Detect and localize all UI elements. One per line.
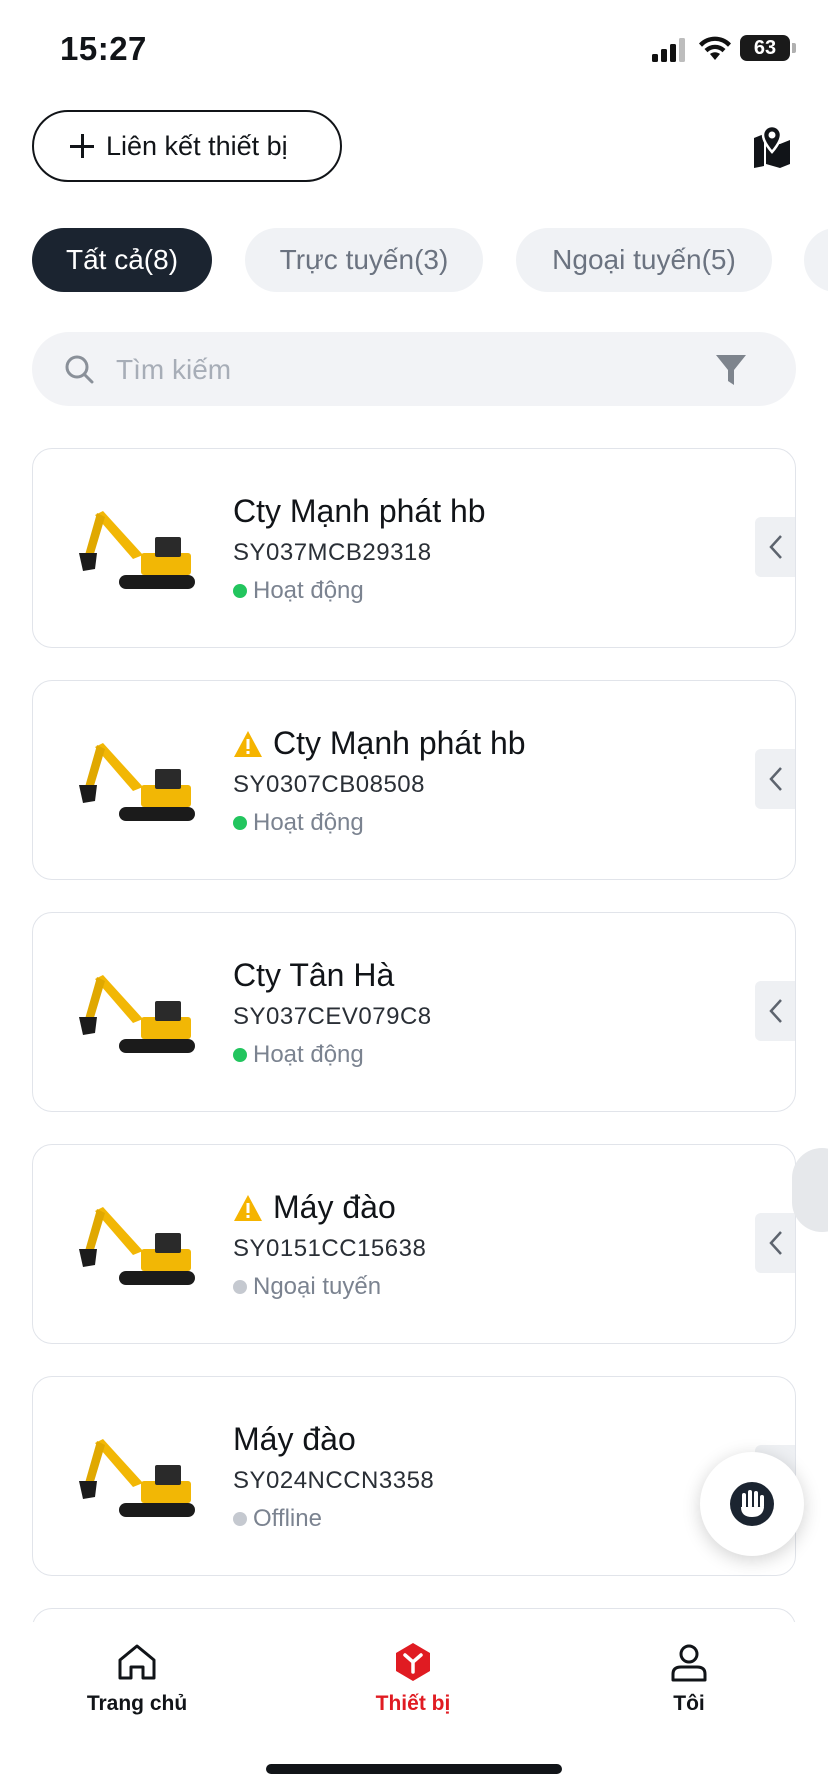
device-serial: SY024NCCN3358	[233, 1467, 435, 1494]
status-dot	[233, 1512, 247, 1526]
nav-devices[interactable]: Thiết bị	[313, 1640, 513, 1716]
device-card[interactable]: Cty Mạnh phát hb SY037MCB29318 Hoạt động	[32, 448, 796, 648]
nav-profile[interactable]: Tôi	[589, 1640, 789, 1716]
status-dot	[233, 1048, 247, 1062]
hand-icon	[730, 1482, 774, 1526]
wifi-icon	[699, 36, 731, 60]
status-label: Hoạt động	[253, 577, 364, 604]
chevron-left-icon	[769, 999, 782, 1023]
link-device-label: Liên kết thiết bị	[106, 130, 288, 161]
bottom-nav: Trang chủ Thiết bị Tôi	[0, 1622, 828, 1792]
device-list: Cty Mạnh phát hb SY037MCB29318 Hoạt động…	[32, 448, 796, 1622]
link-device-button[interactable]: Liên kết thiết bị	[32, 110, 342, 182]
excavator-image	[79, 1207, 195, 1285]
device-status: Hoạt động	[233, 577, 364, 605]
device-serial: SY037CEV079C8	[233, 1003, 432, 1030]
search-icon	[65, 355, 94, 384]
status-dot	[233, 816, 247, 830]
chevron-left-icon	[769, 1231, 782, 1255]
map-pin-icon[interactable]	[752, 124, 792, 168]
tab-all[interactable]: Tất cả(8)	[32, 228, 212, 292]
tab-offline[interactable]: Ngoại tuyến(5)	[516, 228, 772, 292]
status-label: Hoạt động	[253, 809, 364, 836]
excavator-image	[79, 743, 195, 821]
device-serial: SY0151CC15638	[233, 1235, 427, 1262]
device-icon	[396, 1643, 430, 1681]
device-status: Hoạt động	[233, 1041, 364, 1069]
warning-icon	[234, 730, 262, 757]
device-card[interactable]: Cty Tân Hà SY037CEV079C8 Hoạt động	[32, 912, 796, 1112]
battery-level: 63	[753, 37, 777, 59]
warning-icon	[234, 1194, 262, 1221]
expand-chevron-button[interactable]	[755, 749, 795, 809]
expand-chevron-button[interactable]	[755, 1213, 795, 1273]
chevron-left-icon	[769, 767, 782, 791]
filter-tabs: Tất cả(8) Trực tuyến(3) Ngoại tuyến(5)	[32, 228, 828, 292]
status-dot	[233, 584, 247, 598]
filter-icon[interactable]	[714, 352, 748, 388]
device-serial: SY0307CB08508	[233, 771, 425, 798]
status-dot	[233, 1280, 247, 1294]
status-time: 15:27	[60, 30, 147, 67]
user-icon	[671, 1644, 707, 1682]
status-label: Hoạt động	[253, 1041, 364, 1068]
nav-devices-label: Thiết bị	[375, 1692, 451, 1715]
device-card[interactable]	[32, 1608, 796, 1622]
nav-home[interactable]: Trang chủ	[37, 1640, 237, 1716]
device-card[interactable]: Máy đào SY024NCCN3358 Offline	[32, 1376, 796, 1576]
assist-touch-button[interactable]	[700, 1452, 804, 1556]
device-status: Hoạt động	[233, 809, 364, 837]
device-name: Cty Mạnh phát hb	[233, 493, 486, 529]
tab-more[interactable]	[804, 228, 828, 292]
signal-icon	[652, 38, 685, 62]
device-card[interactable]: Cty Mạnh phát hb SY0307CB08508 Hoạt động	[32, 680, 796, 880]
device-name: Máy đào	[233, 1189, 396, 1226]
search-bar[interactable]	[32, 332, 796, 406]
status-label: Ngoại tuyến	[253, 1273, 382, 1300]
device-status: Offline	[233, 1505, 322, 1533]
device-name: Cty Tân Hà	[233, 957, 395, 993]
device-serial: SY037MCB29318	[233, 539, 432, 566]
tab-online[interactable]: Trực tuyến(3)	[245, 228, 483, 292]
device-card[interactable]: Máy đào SY0151CC15638 Ngoại tuyến	[32, 1144, 796, 1344]
expand-chevron-button[interactable]	[755, 981, 795, 1041]
home-indicator	[266, 1764, 562, 1774]
battery-cap	[792, 43, 796, 53]
floating-assistant-handle[interactable]	[792, 1148, 828, 1232]
device-name: Cty Mạnh phát hb	[233, 725, 526, 762]
nav-profile-label: Tôi	[673, 1692, 705, 1715]
expand-chevron-button[interactable]	[755, 517, 795, 577]
plus-icon	[70, 134, 94, 158]
status-label: Offline	[253, 1505, 322, 1532]
excavator-image	[79, 511, 195, 589]
excavator-image	[79, 1439, 195, 1517]
battery-icon: 63	[740, 35, 790, 61]
chevron-left-icon	[769, 535, 782, 559]
home-icon	[118, 1644, 156, 1680]
nav-home-label: Trang chủ	[86, 1692, 188, 1715]
device-status: Ngoại tuyến	[233, 1273, 381, 1301]
search-input[interactable]	[116, 350, 676, 390]
device-name: Máy đào	[233, 1421, 356, 1457]
excavator-image	[79, 975, 195, 1053]
status-bar: 15:27 63	[0, 0, 828, 100]
